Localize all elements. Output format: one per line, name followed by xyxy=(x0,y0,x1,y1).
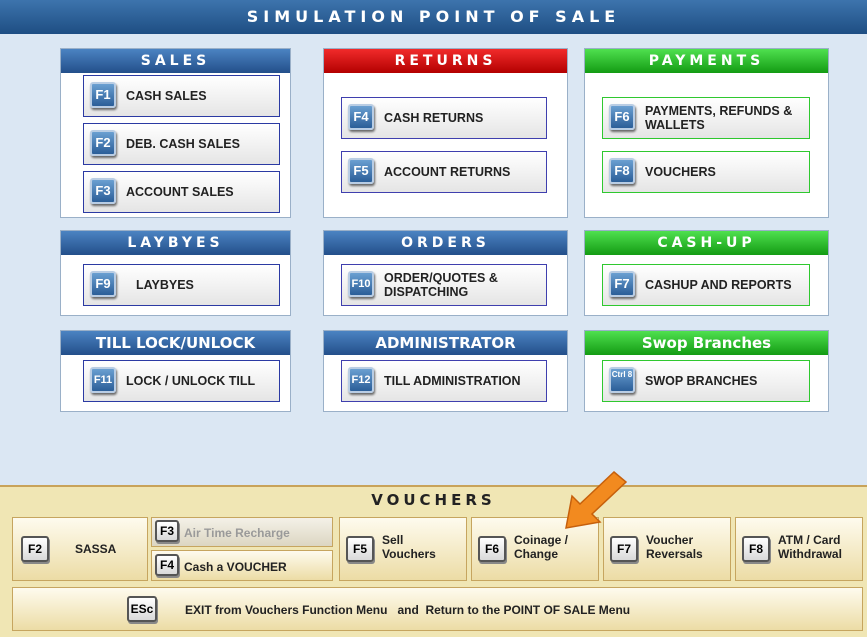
cashup-panel: CASH-UP F7 CASHUP AND REPORTS xyxy=(584,230,829,316)
swop-branches-button[interactable]: Ctrl 8 SWOP BRANCHES xyxy=(602,360,810,402)
f8-key-icon: F8 xyxy=(742,536,770,562)
cash-returns-button[interactable]: F4 CASH RETURNS xyxy=(341,97,547,139)
f8-key-icon: F8 xyxy=(609,158,635,184)
sell-vouchers-label: Sell Vouchers xyxy=(382,533,436,561)
sell-vouchers-button[interactable]: F5 Sell Vouchers xyxy=(339,517,467,581)
tilllock-header: TILL LOCK/UNLOCK xyxy=(61,331,290,355)
order-quotes-dispatching-label: ORDER/QUOTES & DISPATCHING xyxy=(384,271,498,299)
atm-card-withdrawal-button[interactable]: F8 ATM / Card Withdrawal xyxy=(735,517,863,581)
admin-panel: ADMINISTRATOR F12 TILL ADMINISTRATION xyxy=(323,330,568,412)
f12-key-icon: F12 xyxy=(348,367,374,393)
laybyes-button[interactable]: F9 LAYBYES xyxy=(83,264,280,306)
cash-sales-label: CASH SALES xyxy=(126,89,207,103)
f3-key-icon: F3 xyxy=(90,178,116,204)
cash-sales-button[interactable]: F1 CASH SALES xyxy=(83,75,280,117)
f2-key-icon: F2 xyxy=(21,536,49,562)
deb-cash-sales-label: DEB. CASH SALES xyxy=(126,137,240,151)
vouchers-label: VOUCHERS xyxy=(645,165,716,179)
ctrl-8-key-icon: Ctrl 8 xyxy=(609,367,635,393)
cashup-reports-button[interactable]: F7 CASHUP AND REPORTS xyxy=(602,264,810,306)
f5-key-icon: F5 xyxy=(346,536,374,562)
swop-panel: Swop Branches Ctrl 8 SWOP BRANCHES xyxy=(584,330,829,412)
f10-key-icon: F10 xyxy=(348,271,374,297)
lock-unlock-till-label: LOCK / UNLOCK TILL xyxy=(126,374,256,388)
airtime-recharge-label: Air Time Recharge xyxy=(184,526,290,540)
cashup-header: CASH-UP xyxy=(585,231,828,255)
f6-key-icon: F6 xyxy=(478,536,506,562)
sassa-label: SASSA xyxy=(75,542,117,556)
page-title: SIMULATION POINT OF SALE xyxy=(0,0,867,34)
till-administration-label: TILL ADMINISTRATION xyxy=(384,374,521,388)
payments-header: PAYMENTS xyxy=(585,49,828,73)
till-administration-button[interactable]: F12 TILL ADMINISTRATION xyxy=(341,360,547,402)
f7-key-icon: F7 xyxy=(609,271,635,297)
cash-voucher-button[interactable]: F4 Cash a VOUCHER xyxy=(151,550,333,581)
swop-branches-label: SWOP BRANCHES xyxy=(645,374,758,388)
f4-key-icon: F4 xyxy=(155,554,179,576)
deb-cash-sales-button[interactable]: F2 DEB. CASH SALES xyxy=(83,123,280,165)
laybyes-label: LAYBYES xyxy=(136,278,194,292)
returns-panel: RETURNS F4 CASH RETURNS F5 ACCOUNT RETUR… xyxy=(323,48,568,218)
orange-arrow-icon xyxy=(565,470,628,529)
f1-key-icon: F1 xyxy=(90,82,116,108)
swop-header: Swop Branches xyxy=(585,331,828,355)
coinage-change-label: Coinage / Change xyxy=(514,533,569,561)
vouchers-button[interactable]: F8 VOUCHERS xyxy=(602,151,810,193)
f6-key-icon: F6 xyxy=(609,104,635,130)
payments-panel: PAYMENTS F6 PAYMENTS, REFUNDS & WALLETS … xyxy=(584,48,829,218)
cashup-reports-label: CASHUP AND REPORTS xyxy=(645,278,792,292)
returns-header: RETURNS xyxy=(324,49,567,73)
account-sales-label: ACCOUNT SALES xyxy=(126,185,234,199)
esc-key-icon: ESc xyxy=(127,596,157,622)
account-sales-button[interactable]: F3 ACCOUNT SALES xyxy=(83,171,280,213)
admin-header: ADMINISTRATOR xyxy=(324,331,567,355)
laybyes-header: LAYBYES xyxy=(61,231,290,255)
account-returns-label: ACCOUNT RETURNS xyxy=(384,165,511,179)
f2-key-icon: F2 xyxy=(90,130,116,156)
sales-panel: SALES F1 CASH SALES F2 DEB. CASH SALES F… xyxy=(60,48,291,218)
payments-refunds-wallets-label: PAYMENTS, REFUNDS & WALLETS xyxy=(645,104,793,132)
orders-header: ORDERS xyxy=(324,231,567,255)
vouchers-bar: VOUCHERS F2 SASSA F3 Air Time Recharge F… xyxy=(0,485,867,637)
payments-refunds-wallets-button[interactable]: F6 PAYMENTS, REFUNDS & WALLETS xyxy=(602,97,810,139)
sassa-button[interactable]: F2 SASSA xyxy=(12,517,148,581)
laybyes-panel: LAYBYES F9 LAYBYES xyxy=(60,230,291,316)
account-returns-button[interactable]: F5 ACCOUNT RETURNS xyxy=(341,151,547,193)
sales-header: SALES xyxy=(61,49,290,73)
f4-key-icon: F4 xyxy=(348,104,374,130)
orders-panel: ORDERS F10 ORDER/QUOTES & DISPATCHING xyxy=(323,230,568,316)
voucher-reversals-label: Voucher Reversals xyxy=(646,533,703,561)
exit-vouchers-label: EXIT from Vouchers Function Menu and Ret… xyxy=(185,603,631,617)
cash-returns-label: CASH RETURNS xyxy=(384,111,484,125)
f3-key-icon: F3 xyxy=(155,520,179,542)
vouchers-title: VOUCHERS xyxy=(371,491,496,509)
f7-key-icon: F7 xyxy=(610,536,638,562)
f11-key-icon: F11 xyxy=(90,367,116,393)
lock-unlock-till-button[interactable]: F11 LOCK / UNLOCK TILL xyxy=(83,360,280,402)
order-quotes-dispatching-button[interactable]: F10 ORDER/QUOTES & DISPATCHING xyxy=(341,264,547,306)
airtime-recharge-button[interactable]: F3 Air Time Recharge xyxy=(151,517,333,547)
tilllock-panel: TILL LOCK/UNLOCK F11 LOCK / UNLOCK TILL xyxy=(60,330,291,412)
exit-vouchers-button[interactable]: ESc EXIT from Vouchers Function Menu and… xyxy=(12,587,863,631)
cash-voucher-label: Cash a VOUCHER xyxy=(184,560,287,574)
atm-card-withdrawal-label: ATM / Card Withdrawal xyxy=(778,533,842,561)
f5-key-icon: F5 xyxy=(348,158,374,184)
f9-key-icon: F9 xyxy=(90,271,116,297)
